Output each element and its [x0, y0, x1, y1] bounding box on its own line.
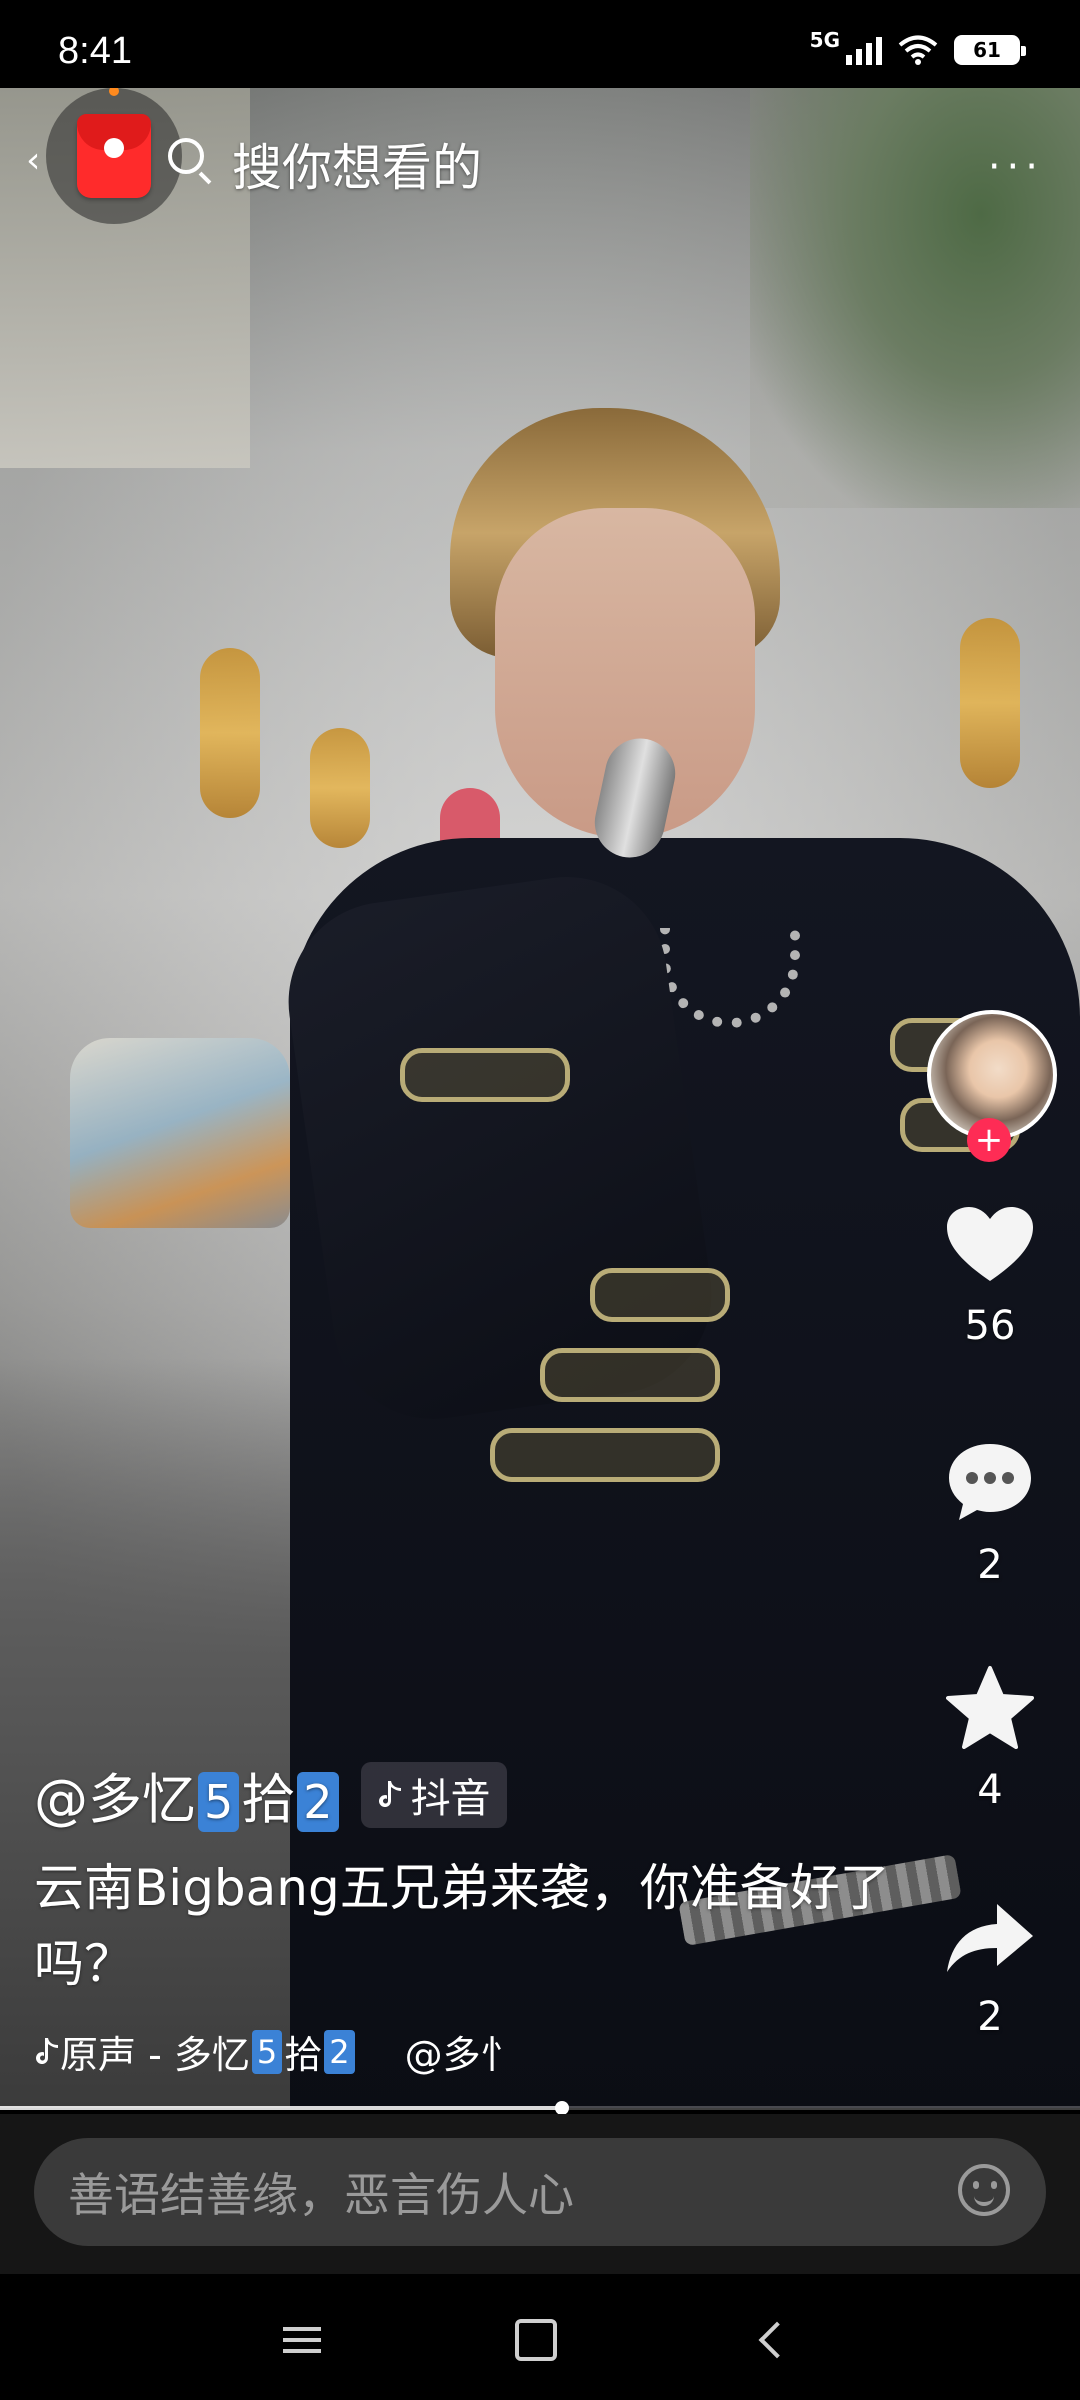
network-type: 5G [809, 28, 840, 52]
platform-tag[interactable]: 抖音 [360, 1761, 507, 1828]
comment-placeholder: 善语结善缘，恶言伤人心 [68, 2168, 574, 2222]
video-caption: @多忆 5 拾 2 抖音 云南Bigbang五兄弟来袭，你准备好了吗？ 原声 - 多忆… [34, 1755, 894, 2079]
music-mention: @多忄 [404, 2033, 519, 2077]
share-arrow-icon [947, 1904, 1033, 1972]
red-packet-button[interactable] [46, 86, 182, 224]
menu-button[interactable] [272, 2310, 332, 2370]
star-icon [946, 1666, 1034, 1749]
music-badge-1: 5 [251, 2029, 283, 2074]
author-badge-1: 5 [198, 1772, 240, 1832]
follow-plus-icon[interactable]: + [967, 1118, 1011, 1162]
search-prompt[interactable]: 搜你想看的 [232, 128, 482, 200]
music-title-mid: 拾 [284, 2033, 323, 2077]
comment-icon [949, 1444, 1031, 1520]
video-description: 云南Bigbang五兄弟来袭，你准备好了吗？ [34, 1859, 890, 1993]
status-time: 8:41 [58, 30, 132, 72]
platform-tag-label: 抖音 [410, 1775, 491, 1822]
red-packet-icon [77, 114, 151, 198]
author-row: @多忆 5 拾 2 抖音 [34, 1755, 894, 1834]
favorite-count: 4 [977, 1767, 1003, 1813]
menu-icon [283, 2320, 321, 2360]
music-badge-2: 2 [324, 2029, 355, 2074]
home-button[interactable] [506, 2310, 566, 2370]
status-icons: 5G 61 [809, 28, 1026, 70]
jacket-braid [590, 1268, 730, 1322]
comment-input[interactable]: 善语结善缘，恶言伤人心 [34, 2138, 1046, 2246]
wifi-icon [898, 35, 938, 65]
author-name-text: @多忆 [34, 1768, 196, 1831]
back-button[interactable] [742, 2310, 802, 2370]
system-nav-bar [0, 2274, 1080, 2400]
more-dots-icon[interactable]: ··· [988, 144, 1044, 190]
music-title: 原声 - 多忆 [60, 2033, 250, 2077]
video-progress-bar[interactable] [0, 2101, 1080, 2115]
home-icon [515, 2319, 557, 2361]
emoji-icon[interactable] [958, 2164, 1010, 2216]
kiddie-ride [70, 1038, 290, 1228]
signal-icon [846, 35, 882, 65]
music-note-icon [36, 2037, 58, 2064]
author-name-mid: 拾 [241, 1768, 296, 1831]
tiktok-note-icon [378, 1780, 401, 1807]
back-icon [758, 2321, 796, 2359]
author-name[interactable]: @多忆 5 拾 2 [34, 1755, 341, 1834]
jacket-braid [400, 1048, 570, 1102]
progress-fill [0, 2106, 562, 2110]
search-icon[interactable] [168, 138, 204, 174]
jacket-braid [540, 1348, 720, 1402]
status-bar: 8:41 5G 61 [0, 0, 1080, 88]
jacket-braid [490, 1428, 720, 1482]
progress-handle[interactable] [554, 2101, 569, 2115]
author-badge-2: 2 [297, 1772, 339, 1832]
hanging-corn [200, 648, 260, 818]
comment-bar: 善语结善缘，恶言伤人心 [0, 2114, 1080, 2274]
music-row[interactable]: 原声 - 多忆 5 拾 2 @多忄 [34, 2024, 894, 2079]
like-count: 56 [964, 1303, 1016, 1349]
share-button[interactable]: 2 [920, 1900, 1060, 2040]
heart-icon [947, 1207, 1033, 1281]
battery-icon: 61 [954, 35, 1026, 65]
share-count: 2 [977, 1994, 1003, 2040]
arm [275, 864, 725, 1432]
back-chevron-icon[interactable]: ‹ [26, 140, 40, 181]
favorite-button[interactable]: 4 [920, 1665, 1060, 1813]
comment-button[interactable]: 2 [920, 1440, 1060, 1588]
comment-count: 2 [977, 1542, 1003, 1588]
top-search-bar: ‹ 搜你想看的 ··· [0, 86, 1080, 238]
like-button[interactable]: 56 [920, 1205, 1060, 1349]
